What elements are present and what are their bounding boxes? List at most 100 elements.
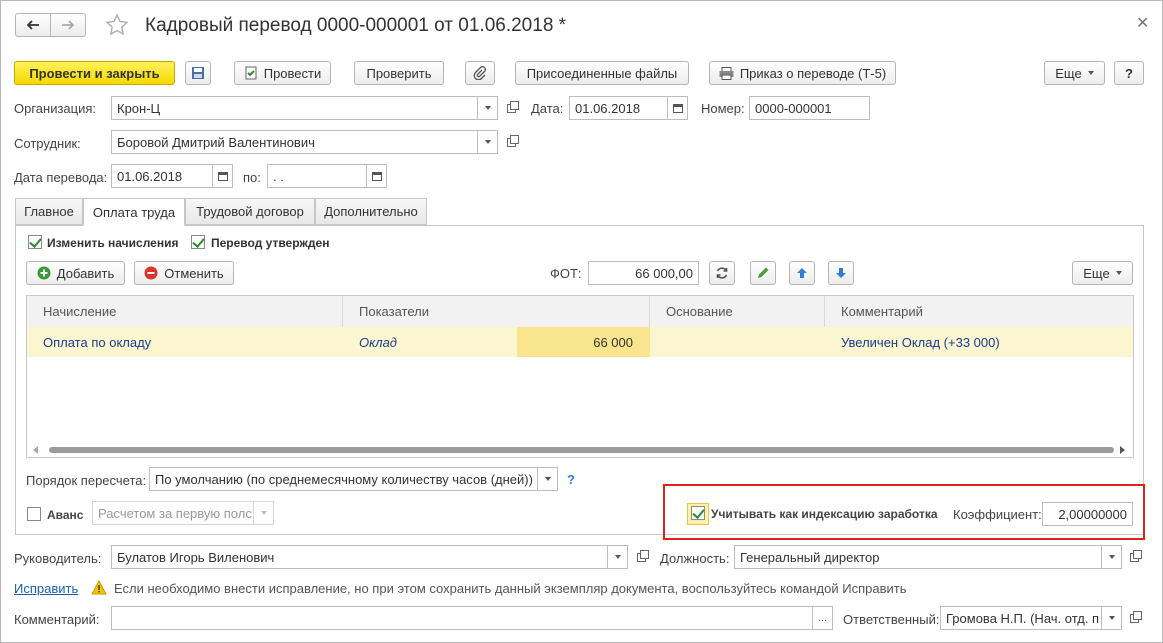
coefficient-field[interactable]: 2,00000000 [1042,502,1133,526]
help-button[interactable]: ? [1114,61,1144,85]
open-window-icon [1129,610,1142,623]
transfer-approved-checkbox[interactable] [191,235,205,249]
org-field[interactable]: Крон-Ц [111,96,478,120]
comment-field[interactable] [111,606,813,630]
close-icon[interactable]: ✕ [1136,13,1149,33]
recalc-label: Порядок пересчета: [26,473,147,488]
tab-additional[interactable]: Дополнительно [315,198,427,225]
recalc-help-link[interactable]: ? [567,472,575,487]
table-cell-accrual[interactable]: Оплата по окладу [27,327,343,357]
refresh-icon [716,267,728,279]
post-button-label: Провести [263,65,322,81]
responsible-dropdown[interactable] [1102,606,1122,630]
attached-files-button[interactable]: Присоединенные файлы [515,61,689,85]
responsible-field[interactable]: Громова Н.П. (Нач. отд. п [940,606,1102,630]
comment-label: Комментарий: [14,612,100,627]
check-button[interactable]: Проверить [354,61,444,85]
post-button[interactable]: Провести [234,61,331,85]
post-and-close-button[interactable]: Провести и закрыть [14,61,175,85]
comment-select-button[interactable]: ... [813,606,833,630]
to-date-calendar-button[interactable] [367,164,387,188]
cancel-accrual-button[interactable]: Отменить [134,261,234,285]
transfer-order-print-button[interactable]: Приказ о переводе (Т-5) [709,61,896,85]
column-header-indicators[interactable]: Показатели [343,296,650,327]
back-button[interactable] [15,13,51,37]
more-menu-button[interactable]: Еще [1044,61,1105,85]
chevron-down-icon [1115,271,1122,275]
employee-label: Сотрудник: [14,136,81,151]
edit-button[interactable] [750,261,776,285]
transfer-order-label: Приказ о переводе (Т-5) [739,65,887,81]
transfer-date-field[interactable]: 01.06.2018 [111,164,213,188]
tab-main[interactable]: Главное [15,198,83,225]
add-button-label: Добавить [56,265,115,281]
chevron-down-icon [544,477,551,481]
position-dropdown[interactable] [1102,545,1122,569]
number-field[interactable]: 0000-000001 [749,96,870,120]
position-field[interactable]: Генеральный директор [734,545,1102,569]
org-dropdown[interactable] [478,96,498,120]
transfer-date-calendar-button[interactable] [213,164,233,188]
chevron-down-icon [1108,616,1115,620]
move-down-button[interactable] [828,261,854,285]
date-calendar-button[interactable] [668,96,688,120]
forward-button[interactable] [50,13,86,37]
employee-field[interactable]: Боровой Дмитрий Валентинович [111,130,478,154]
advance-checkbox[interactable] [27,507,41,521]
favorite-star-icon[interactable] [105,13,129,37]
scroll-right-arrow[interactable] [1120,446,1125,454]
to-label: по: [243,170,261,185]
column-header-comment[interactable]: Комментарий [825,296,1133,327]
employee-dropdown[interactable] [478,130,498,154]
document-window: Кадровый перевод 0000-000001 от 01.06.20… [0,0,1163,643]
recalc-dropdown[interactable] [538,467,558,491]
org-label: Организация: [14,101,97,116]
move-up-button[interactable] [789,261,815,285]
column-header-basis[interactable]: Основание [650,296,825,327]
recalc-select[interactable]: По умолчанию (по среднемесячному количес… [149,467,538,491]
employee-open-button[interactable] [501,130,521,154]
position-open-button[interactable] [1124,545,1144,569]
open-window-icon [1129,549,1142,562]
table-cell-indicator[interactable]: Оклад [343,327,517,357]
tab-labor-contract[interactable]: Трудовой договор [185,198,315,225]
save-button[interactable] [185,61,211,85]
attach-button[interactable] [465,61,495,85]
arrow-right-icon [62,20,75,30]
advance-label: Аванс [47,508,84,522]
tab-pay[interactable]: Оплата труда [83,198,185,226]
refresh-button[interactable] [709,261,735,285]
to-date-field[interactable]: . . [267,164,367,188]
indexation-checkbox[interactable] [691,506,705,520]
column-header-accrual[interactable]: Начисление [27,296,343,327]
org-open-button[interactable] [501,96,521,120]
fix-link[interactable]: Исправить [14,581,78,596]
manager-open-button[interactable] [631,545,651,569]
scroll-left-arrow[interactable] [33,446,38,454]
scrollbar-thumb[interactable] [49,447,1114,453]
chevron-down-icon [260,511,267,515]
floppy-icon [192,67,204,79]
responsible-open-button[interactable] [1124,606,1144,630]
table-cell-basis[interactable] [650,327,825,357]
warning-icon [91,579,107,595]
printer-icon [719,66,734,80]
table-cell-comment[interactable]: Увеличен Оклад (+33 000) [825,327,1133,357]
date-field[interactable]: 01.06.2018 [569,96,668,120]
open-window-icon [506,134,519,147]
pencil-icon [758,267,769,278]
post-doc-icon [245,66,257,80]
fot-label: ФОТ: [550,266,582,281]
table-cell-amount[interactable]: 66 000 [517,327,650,357]
cancel-button-label: Отменить [164,265,224,281]
coefficient-label: Коэффициент: [953,507,1042,522]
fot-field[interactable]: 66 000,00 [588,261,699,285]
fix-note: Если необходимо внести исправление, но п… [114,581,907,596]
manager-field[interactable]: Булатов Игорь Виленович [111,545,608,569]
manager-dropdown[interactable] [608,545,628,569]
change-accruals-checkbox[interactable] [28,235,42,249]
table-scrollbar[interactable] [27,443,1133,457]
add-button[interactable]: Добавить [26,261,125,285]
table-more-button[interactable]: Еще [1072,261,1133,285]
calendar-icon [371,171,382,181]
